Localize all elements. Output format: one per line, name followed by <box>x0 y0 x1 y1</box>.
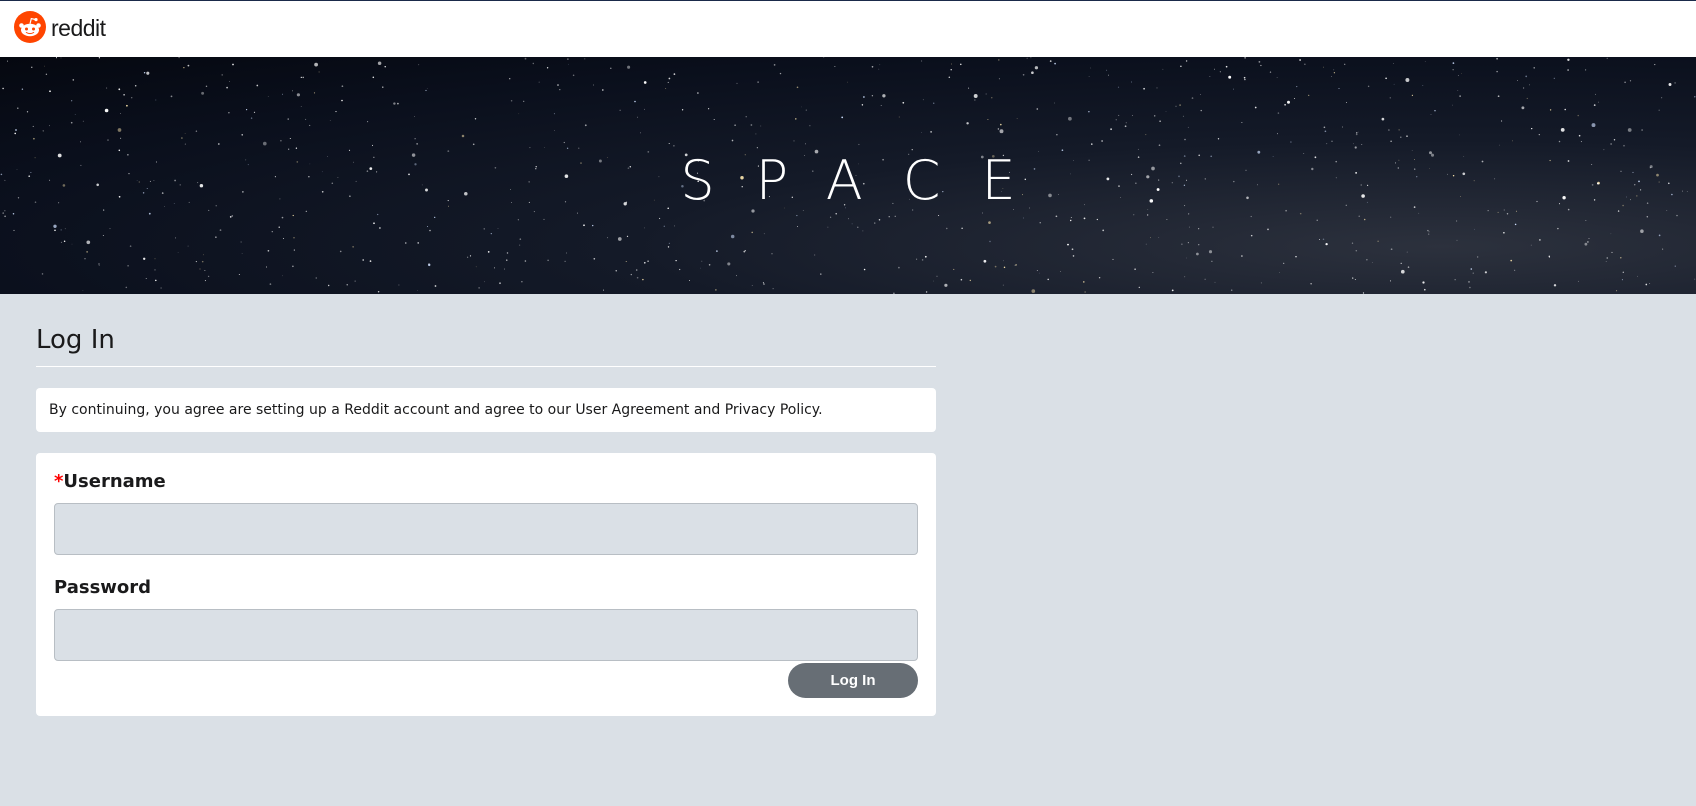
agreement-and: and <box>689 402 725 418</box>
agreement-suffix: . <box>818 402 823 418</box>
top-navigation-bar: reddit <box>0 0 1696 57</box>
title-divider <box>36 366 936 367</box>
reddit-snoo-icon <box>14 11 46 47</box>
username-label: *Username <box>54 471 918 493</box>
username-input[interactable] <box>54 503 918 555</box>
login-content: Log In By continuing, you agree are sett… <box>36 294 936 716</box>
user-agreement-link[interactable]: User Agreement <box>575 402 689 418</box>
required-mark: * <box>54 471 64 492</box>
reddit-logo-link[interactable]: reddit <box>14 11 106 47</box>
reddit-wordmark: reddit <box>51 14 106 41</box>
agreement-notice: By continuing, you agree are setting up … <box>36 388 936 432</box>
page-title: Log In <box>36 325 115 355</box>
agreement-prefix: By continuing, you agree are setting up … <box>49 402 576 418</box>
password-input[interactable] <box>54 609 918 661</box>
username-label-text: Username <box>63 471 166 492</box>
log-in-button[interactable]: Log In <box>788 663 918 698</box>
password-label: Password <box>54 577 152 598</box>
banner-title: SPACE <box>680 149 1057 212</box>
login-form: *Username Password Log In <box>36 453 936 716</box>
agreement-notice-text: By continuing, you agree are setting up … <box>49 402 823 418</box>
privacy-policy-link[interactable]: Privacy Policy <box>725 402 818 418</box>
password-field-group: Password <box>54 577 918 661</box>
subreddit-banner: SPACE <box>0 57 1696 294</box>
username-field-group: *Username <box>54 471 918 555</box>
